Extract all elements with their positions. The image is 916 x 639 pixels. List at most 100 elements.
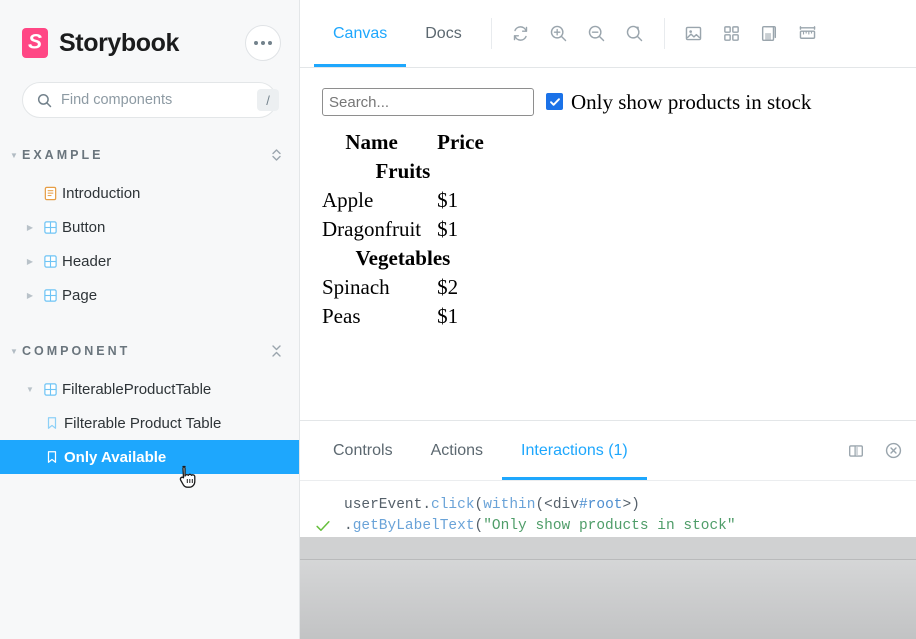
tab-label: Actions [430,441,484,459]
column-header-price: Price [437,130,484,154]
search-icon [37,93,52,107]
table-row: Apple $1 [322,186,500,215]
zoom-out-icon[interactable] [578,0,616,67]
sidebar-item-label: Header [62,252,112,270]
panel-gap [300,537,916,559]
grid-icon[interactable] [713,0,751,67]
chevron-right-icon[interactable]: ▶ [22,223,38,232]
layers-icon[interactable] [751,0,789,67]
code-token: ( [474,497,484,513]
code-token: . [344,518,353,534]
interaction-entry[interactable]: userEvent.click(within(<div#root>) .getB… [300,481,916,537]
table-row: Peas $1 [322,302,500,331]
document-icon [38,186,62,201]
search-input[interactable] [61,92,248,108]
sidebar-item-label: Page [62,286,98,304]
sidebar-item-filterableproducttable[interactable]: ▼ FilterableProductTable [0,372,299,406]
collapse-all-icon[interactable] [270,343,283,359]
code-token: within [483,497,536,513]
refresh-icon[interactable] [502,0,540,67]
table-category-row: Fruits [322,157,500,186]
sidebar-item-header[interactable]: ▶ Header [0,244,299,278]
component-icon [38,382,62,397]
code-token: >) [622,497,640,513]
sidebar-item-only-available-story[interactable]: Only Available [0,440,299,474]
code-token: ( [474,518,484,534]
chevron-right-icon[interactable]: ▶ [22,291,38,300]
tab-canvas[interactable]: Canvas [314,0,407,67]
code-token: userEvent. [344,497,432,513]
code-token: #root [578,497,623,513]
dot-icon [254,41,258,45]
story-canvas: Only show products in stock Name Price F… [300,68,916,420]
code-token: click [431,497,475,513]
code-token: (<div [535,497,579,513]
interactions-list: userEvent.click(within(<div#root>) .getB… [300,481,916,537]
sidebar-item-label: Button [62,218,106,236]
tab-interactions[interactable]: Interactions (1) [502,421,647,480]
tab-controls[interactable]: Controls [314,421,412,480]
sidebar-item-button[interactable]: ▶ Button [0,210,299,244]
interaction-status-passed-icon [314,495,334,537]
toolbar-divider [490,18,492,49]
sidebar-item-introduction[interactable]: Introduction [0,176,299,210]
chevron-right-icon[interactable]: ▶ [22,257,38,266]
close-panel-icon[interactable] [876,421,916,480]
measure-icon[interactable] [789,0,827,67]
table-category-row: Vegetables [322,244,500,273]
addons-tab-bar: Controls Actions Interactions (1) [300,421,916,481]
dot-icon [261,41,265,45]
component-tree: ▼ EXAMPLE Introduction ▶ Button ▶ Header… [0,118,299,639]
group-title: EXAMPLE [22,148,104,162]
table-header-row: Name Price [322,128,500,157]
expand-all-icon[interactable] [270,147,283,163]
product-name: Dragonfruit [322,217,422,241]
sidebar-item-filterable-product-table-story[interactable]: Filterable Product Table [0,406,299,440]
tab-actions[interactable]: Actions [412,421,502,480]
toolbar-divider [663,18,665,49]
search-container: / [0,66,299,118]
product-price: $1 [437,304,459,328]
interaction-code: userEvent.click(within(<div#root>) .getB… [344,495,736,537]
product-name: Apple [322,188,374,212]
dot-icon [268,41,272,45]
in-stock-filter[interactable]: Only show products in stock [546,88,811,113]
chevron-down-icon: ▼ [10,150,18,160]
tab-label: Interactions (1) [521,441,628,459]
tab-docs[interactable]: Docs [406,0,480,67]
component-icon [38,220,62,235]
chevron-down-icon: ▼ [10,346,18,356]
sidebar-item-label: Filterable Product Table [64,414,222,432]
zoom-reset-icon[interactable] [616,0,654,67]
tab-label: Canvas [333,24,388,42]
canvas-toolbar: Canvas Docs [300,0,916,68]
in-stock-checkbox[interactable] [546,93,563,110]
search-box[interactable]: / [22,82,279,118]
group-title: COMPONENT [22,344,131,358]
sidebar-item-label: FilterableProductTable [62,380,212,398]
main-area: Canvas Docs Search... Only show products… [300,0,916,639]
sidebar-item-page[interactable]: ▶ Page [0,278,299,312]
product-search-input[interactable] [322,88,534,116]
background-image-icon[interactable] [675,0,713,67]
more-options-button[interactable] [245,25,281,61]
addons-panel: Controls Actions Interactions (1) userEv… [300,420,916,639]
in-stock-label: Only show products in stock [571,90,812,114]
chevron-down-icon[interactable]: ▼ [22,385,38,394]
brand-title: Storybook [59,28,180,57]
table-head: Name Price [322,128,500,157]
tab-label: Controls [333,441,393,459]
zoom-in-icon[interactable] [540,0,578,67]
code-token: "Only show products in stock" [483,518,736,534]
product-name: Spinach [322,275,390,299]
column-header-name: Name [345,130,398,154]
group-header-example[interactable]: ▼ EXAMPLE [0,140,299,170]
sidebar-item-label: Introduction [62,184,141,202]
layout-split-icon[interactable] [836,421,876,480]
story-icon [40,450,64,464]
group-header-component[interactable]: ▼ COMPONENT [0,336,299,366]
sidebar-item-label: Only Available [64,448,167,466]
product-price: $2 [437,275,459,299]
table-row: Spinach $2 [322,273,500,302]
